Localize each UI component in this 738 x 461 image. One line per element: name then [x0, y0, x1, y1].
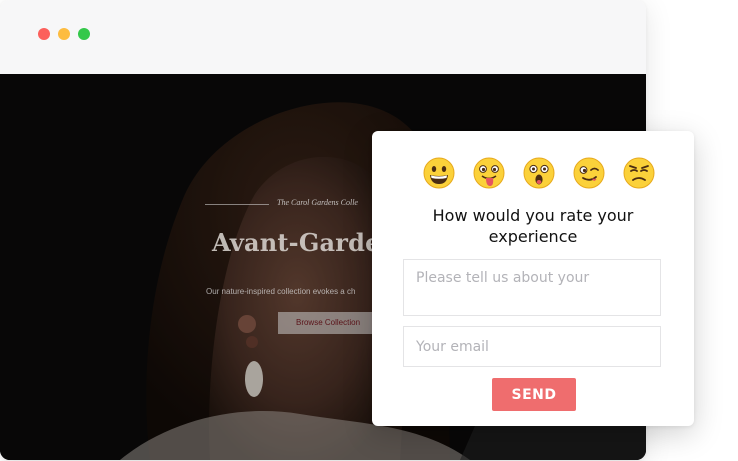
hero-tagline: The Carol Gardens Colle: [277, 198, 358, 207]
close-window-icon[interactable]: [38, 28, 50, 40]
feedback-message-input[interactable]: [403, 259, 661, 316]
rating-question-line2: experience: [488, 227, 578, 246]
astonished-face-icon[interactable]: [523, 157, 555, 189]
tongue-out-face-icon[interactable]: [473, 157, 505, 189]
send-button[interactable]: SEND: [492, 378, 576, 411]
emoji-rating-row: [423, 157, 655, 191]
title-bar: [0, 0, 646, 74]
rating-question: How would you rate your experience: [372, 205, 694, 247]
zoom-window-icon[interactable]: [78, 28, 90, 40]
grinning-face-icon[interactable]: [423, 157, 455, 189]
feedback-widget: How would you rate your experience SEND: [372, 131, 694, 426]
tagline-divider: [205, 204, 269, 205]
browse-collection-button[interactable]: Browse Collection: [278, 312, 378, 334]
winking-face-icon[interactable]: [573, 157, 605, 189]
annoyed-face-icon[interactable]: [623, 157, 655, 189]
minimize-window-icon[interactable]: [58, 28, 70, 40]
email-input[interactable]: [403, 326, 661, 367]
hero-description: Our nature-inspired collection evokes a …: [206, 287, 356, 296]
rating-question-line1: How would you rate your: [432, 206, 634, 225]
